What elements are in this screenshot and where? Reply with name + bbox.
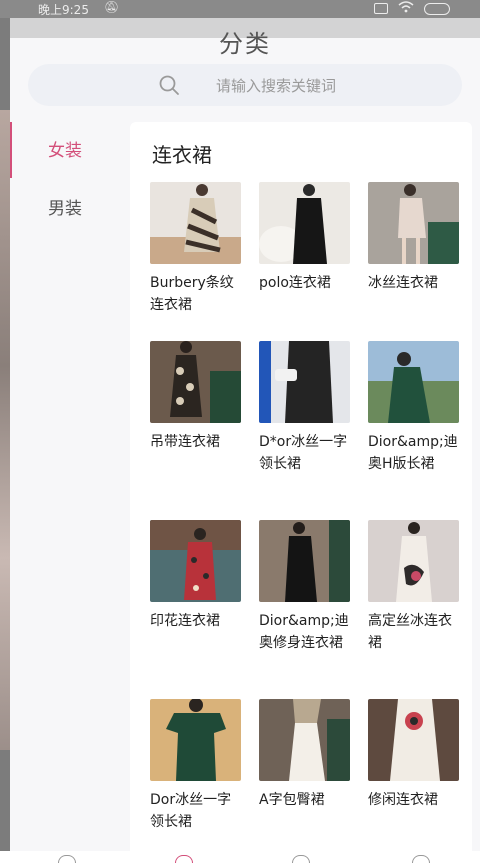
product-image bbox=[259, 341, 350, 423]
product-image bbox=[150, 182, 241, 264]
product-card[interactable]: Burbery条纹连衣裙 bbox=[150, 182, 242, 316]
product-name: 修闲连衣裙 bbox=[368, 792, 438, 808]
product-name: D*or冰丝一字领长裙 bbox=[259, 434, 348, 472]
wifi-icon bbox=[398, 1, 414, 16]
product-name: Dor冰丝一字领长裙 bbox=[150, 792, 232, 830]
bottom-nav bbox=[0, 851, 480, 863]
product-card[interactable]: 修闲连衣裙 bbox=[368, 699, 460, 811]
product-image bbox=[368, 182, 459, 264]
product-name: 冰丝连衣裙 bbox=[368, 275, 438, 291]
underlying-page-edge bbox=[0, 110, 10, 750]
product-card[interactable]: 吊带连衣裙 bbox=[150, 341, 242, 453]
product-name: A字包臀裙 bbox=[259, 792, 325, 808]
category-men[interactable]: 男装 bbox=[10, 180, 120, 238]
product-image bbox=[368, 520, 459, 602]
category-icon[interactable] bbox=[175, 855, 193, 863]
product-image bbox=[259, 699, 350, 781]
search-bar[interactable]: 请输入搜索关键词 bbox=[28, 64, 462, 106]
product-image bbox=[368, 341, 459, 423]
product-name: 吊带连衣裙 bbox=[150, 434, 220, 450]
status-bar: 晚上9:25 🔕︎ bbox=[0, 0, 480, 18]
screen-icon bbox=[374, 3, 388, 14]
product-card[interactable]: polo连衣裙 bbox=[259, 182, 351, 294]
product-card[interactable]: A字包臀裙 bbox=[259, 699, 351, 811]
product-image bbox=[259, 520, 350, 602]
product-card[interactable]: Dor冰丝一字领长裙 bbox=[150, 699, 242, 833]
product-name: Burbery条纹连衣裙 bbox=[150, 275, 234, 313]
category-list: 女装 男装 bbox=[10, 122, 120, 238]
product-name: polo连衣裙 bbox=[259, 275, 331, 291]
product-card[interactable]: Dior&amp;迪奥修身连衣裙 bbox=[259, 520, 351, 654]
product-card[interactable]: Dior&amp;迪奥H版长裙 bbox=[368, 341, 460, 475]
bell-off-icon: 🔕︎ bbox=[104, 0, 120, 14]
product-panel: 连衣裙 Burbery条纹连衣裙 polo连衣裙 冰丝连衣裙 吊带连衣裙 D*o… bbox=[130, 122, 472, 863]
product-name: 高定丝冰连衣裙 bbox=[368, 613, 452, 651]
product-image bbox=[368, 699, 459, 781]
product-image bbox=[150, 520, 241, 602]
product-name: Dior&amp;迪奥修身连衣裙 bbox=[259, 613, 349, 651]
product-card[interactable]: D*or冰丝一字领长裙 bbox=[259, 341, 351, 475]
product-card[interactable]: 印花连衣裙 bbox=[150, 520, 242, 632]
product-card[interactable]: 高定丝冰连衣裙 bbox=[368, 520, 460, 654]
status-time: 晚上9:25 bbox=[38, 3, 89, 17]
product-card[interactable]: 冰丝连衣裙 bbox=[368, 182, 460, 294]
search-icon bbox=[159, 75, 179, 95]
product-image bbox=[150, 699, 241, 781]
product-name: Dior&amp;迪奥H版长裙 bbox=[368, 434, 458, 472]
category-sheet: 分类 请输入搜索关键词 女装 男装 连衣裙 Burbery条纹连衣裙 polo连… bbox=[10, 18, 480, 863]
profile-icon[interactable] bbox=[412, 855, 430, 863]
product-name: 印花连衣裙 bbox=[150, 613, 220, 629]
cart-icon[interactable] bbox=[292, 855, 310, 863]
product-image bbox=[150, 341, 241, 423]
page-title: 分类 bbox=[219, 30, 271, 58]
battery-icon bbox=[424, 2, 450, 15]
search-input[interactable]: 请输入搜索关键词 bbox=[216, 75, 336, 96]
section-title: 连衣裙 bbox=[152, 143, 212, 167]
category-women[interactable]: 女装 bbox=[10, 122, 120, 180]
home-icon[interactable] bbox=[58, 855, 76, 863]
product-image bbox=[259, 182, 350, 264]
